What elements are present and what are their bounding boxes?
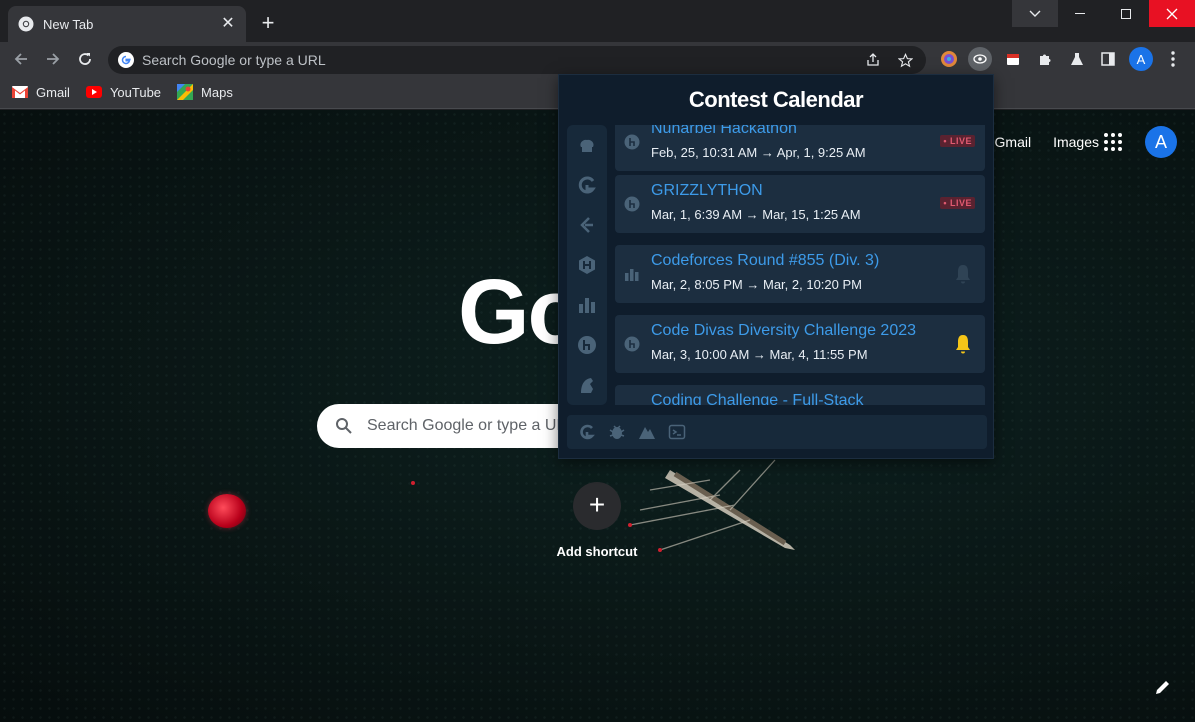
close-icon [1166,8,1178,19]
close-icon[interactable]: ✕ [220,16,236,32]
contest-dates: Mar, 1, 6:39 AM → Mar, 15, 1:25 AM [651,207,861,222]
browser-window: New Tab ✕ + Search Google or type a URL … [0,0,1195,722]
google-links: Gmail Images [995,134,1099,150]
omnibox-input[interactable] [142,52,862,68]
contest-list[interactable]: Nunarbel Hackathon Feb, 25, 10:31 AM → A… [615,125,987,405]
bookmark-label: Gmail [36,84,70,100]
bookmark-maps[interactable]: Maps [177,84,233,100]
platform-sidebar [567,125,607,405]
chevron-down-icon [1029,10,1041,17]
codechef-icon[interactable] [567,125,607,165]
back-button[interactable] [9,47,33,71]
codeforces-icon[interactable] [567,285,607,325]
add-shortcut-button[interactable]: + Add shortcut [551,482,643,559]
codingame-icon[interactable] [567,165,607,205]
toolbar: A [0,42,1195,76]
calendar-extension-icon[interactable] [1001,47,1025,71]
minimize-button[interactable] [1057,0,1103,27]
bookmark-youtube[interactable]: YouTube [85,84,162,100]
mountain-icon[interactable] [637,422,657,442]
colorful-extension-icon[interactable] [937,47,961,71]
arrow-left-icon [14,53,27,65]
flask-labs-icon[interactable] [1065,47,1089,71]
add-shortcut-label: Add shortcut [556,544,638,559]
minimize-icon [1075,12,1085,14]
leetcode-icon[interactable] [567,205,607,245]
forward-button[interactable] [41,47,65,71]
hackerearth-icon [623,133,641,151]
chrome-icon [18,16,34,32]
youtube-icon [85,84,102,100]
hackerearth-icon [623,335,641,353]
contest-card: GRIZZLYTHON Mar, 1, 6:39 AM → Mar, 15, 1… [615,175,985,233]
contest-name[interactable]: Codeforces Round #855 (Div. 3) [651,252,879,270]
popup-footer [567,415,987,449]
contest-dates: Mar, 2, 8:05 PM → Mar, 2, 10:20 PM [651,277,862,292]
bookmark-star-icon[interactable] [894,49,916,71]
google-icon [118,52,134,68]
account-avatar[interactable]: A [1145,126,1177,158]
popup-title: Contest Calendar [688,87,864,112]
new-tab-button[interactable]: + [256,12,280,36]
bell-icon[interactable] [953,263,973,285]
contest-name[interactable]: Nunarbel Hackathon [651,125,797,138]
contest-name[interactable]: GRIZZLYTHON [651,182,763,200]
maximize-button[interactable] [1103,0,1149,27]
gmail-link[interactable]: Gmail [995,134,1032,150]
hackerearth-icon [623,195,641,213]
contest-dates: Mar, 3, 10:00 AM → Mar, 4, 11:55 PM [651,347,868,362]
images-link[interactable]: Images [1053,134,1099,150]
title-bar: New Tab ✕ + [0,0,1195,42]
atcoder-icon[interactable] [567,365,607,405]
gmail-icon [12,84,28,100]
google-apps-icon[interactable] [1103,132,1123,152]
red-buoy-image [208,494,246,528]
reload-icon [79,53,91,65]
more-menu-icon[interactable] [1161,47,1185,71]
live-badge: • LIVE [940,135,975,147]
live-badge: • LIVE [940,197,975,209]
contest-card: Coding Challenge - Full-Stack [615,385,985,405]
arrow-right-icon [47,53,60,65]
red-dot-image [411,481,415,485]
search-icon [336,418,352,434]
contest-dates: Feb, 25, 10:31 AM → Apr, 1, 9:25 AM [651,145,866,160]
plus-icon: + [573,482,621,530]
customize-pencil-icon[interactable] [1152,676,1174,698]
maps-icon [177,84,194,100]
reload-button[interactable] [73,47,97,71]
hackerrank-icon[interactable] [567,245,607,285]
close-window-button[interactable] [1149,0,1195,27]
contest-card: Code Divas Diversity Challenge 2023 Mar,… [615,315,985,373]
bookmark-gmail[interactable]: Gmail [12,84,70,100]
maximize-icon [1121,8,1131,19]
terminal-icon[interactable] [667,422,687,442]
share-icon[interactable] [862,49,884,71]
hackerearth-icon[interactable] [567,325,607,365]
profile-avatar[interactable]: A [1129,47,1153,71]
contest-card: Codeforces Round #855 (Div. 3) Mar, 2, 8… [615,245,985,303]
tab-search-button[interactable] [1012,0,1058,27]
bookmark-label: Maps [201,84,233,100]
puzzle-extensions-icon[interactable] [1033,47,1057,71]
contest-card: Nunarbel Hackathon Feb, 25, 10:31 AM → A… [615,125,985,171]
side-panel-icon[interactable] [1096,47,1120,71]
contest-name[interactable]: Coding Challenge - Full-Stack [651,392,864,405]
omnibox[interactable] [108,46,926,74]
codeforces-icon [623,265,641,283]
bug-icon[interactable] [607,422,627,442]
contest-calendar-popup: Contest Calendar Nunarbel Hackathon Feb,… [558,74,994,459]
contest-calendar-extension-icon[interactable] [968,47,992,71]
tab-title: New Tab [43,16,94,32]
bell-icon[interactable] [953,333,973,355]
bookmark-label: YouTube [109,84,162,100]
codingame-icon[interactable] [577,422,597,442]
tab-new-tab[interactable]: New Tab ✕ [8,6,246,42]
contest-name[interactable]: Code Divas Diversity Challenge 2023 [651,322,916,340]
